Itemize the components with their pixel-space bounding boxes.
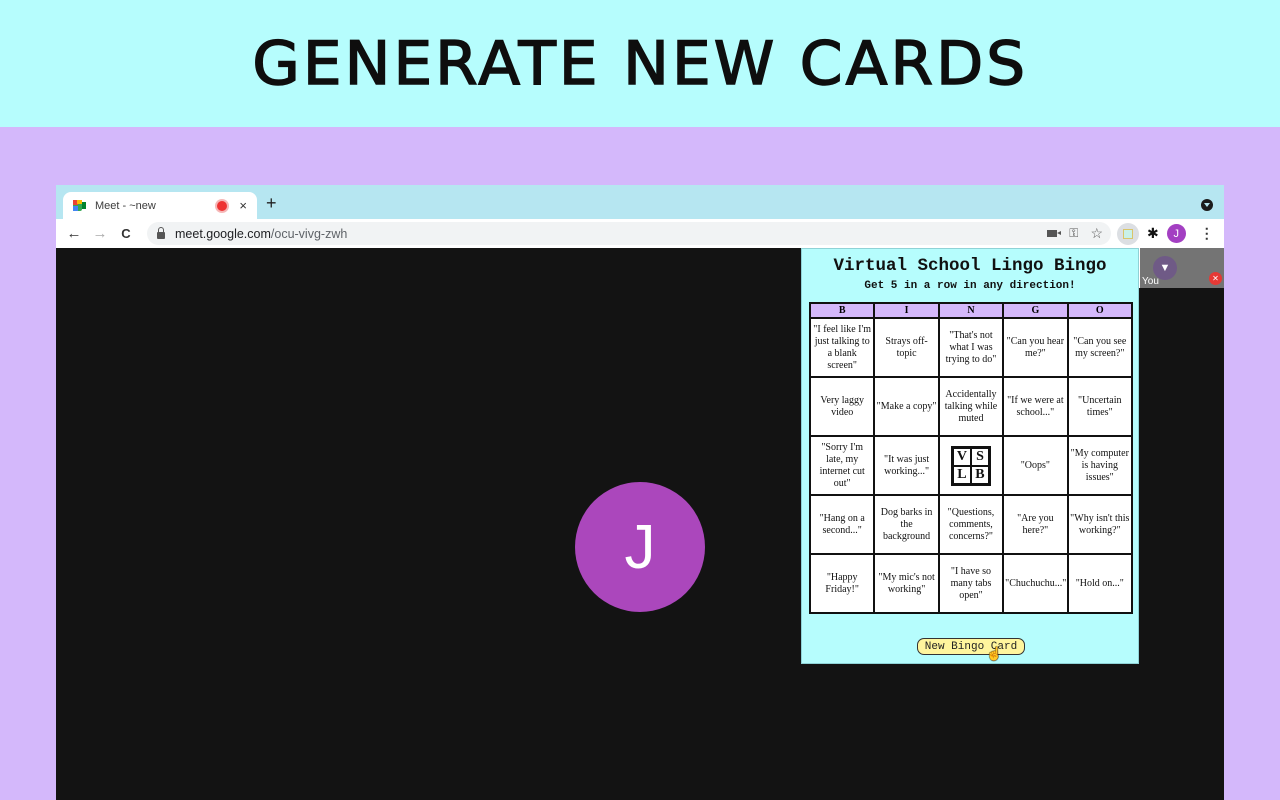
camera-icon[interactable]: [1047, 230, 1062, 237]
bingo-cell[interactable]: Dog barks in the background: [873, 494, 940, 555]
forward-button[interactable]: →: [87, 225, 113, 242]
tab-search-icon[interactable]: [1201, 199, 1213, 211]
bingo-cell[interactable]: "Questions, comments, concerns?": [937, 494, 1005, 555]
lock-icon: [157, 226, 165, 239]
bingo-cell[interactable]: "I have so many tabs open": [937, 553, 1005, 614]
bingo-cell[interactable]: Accidentally talking while muted: [937, 376, 1005, 437]
url-path: /ocu-vivg-zwh: [270, 226, 348, 241]
free-letter: B: [970, 465, 989, 484]
key-icon[interactable]: ⚿: [1069, 226, 1078, 241]
bingo-card: B I N G O "I feel like I'm just talking …: [808, 302, 1134, 614]
bingo-cell[interactable]: "Sorry I'm late, my internet cut out": [808, 435, 876, 496]
bookmark-star-icon[interactable]: ☆: [1090, 225, 1103, 242]
banner-title: GENERATE NEW CARDS: [251, 28, 1028, 100]
bingo-title: Virtual School Lingo Bingo: [833, 256, 1107, 276]
mic-off-icon: ✕: [1209, 272, 1222, 285]
browser-toolbar: ← → C meet.google.com /ocu-vivg-zwh ⚿ ☆ …: [56, 219, 1224, 248]
free-letter: L: [952, 465, 971, 484]
back-button[interactable]: ←: [61, 225, 87, 242]
vslb-logo-icon: V S L B: [950, 445, 991, 486]
self-view-tile[interactable]: ▼ You ✕: [1125, 248, 1224, 288]
bingo-cell[interactable]: "Hold on...": [1066, 553, 1134, 614]
address-bar[interactable]: meet.google.com /ocu-vivg-zwh ⚿ ☆: [147, 222, 1111, 245]
bingo-subtitle: Get 5 in a row in any direction!: [864, 280, 1076, 292]
profile-avatar[interactable]: J: [1166, 224, 1186, 243]
free-letter: V: [952, 447, 971, 466]
participant-avatar: J: [575, 482, 705, 612]
reload-button[interactable]: C: [113, 226, 139, 241]
meet-stage: J ▼ You ✕ Virtual School Lingo Bingo Get…: [56, 248, 1224, 800]
url-host: meet.google.com: [175, 226, 271, 241]
tab-title: Meet - ~new: [95, 199, 156, 212]
bingo-extension-icon[interactable]: [1117, 222, 1139, 245]
bingo-cell[interactable]: "Chuchuchu...": [1002, 553, 1069, 614]
bingo-cell[interactable]: "I feel like I'm just talking to a blank…: [808, 317, 876, 378]
bingo-cell[interactable]: "Can you see my screen?": [1066, 317, 1134, 378]
bingo-cell[interactable]: "My computer is having issues": [1066, 435, 1134, 496]
browser-menu-icon[interactable]: ⋮: [1200, 225, 1214, 242]
column-header: N: [937, 302, 1005, 319]
bingo-cell[interactable]: "It was just working...": [873, 435, 940, 496]
new-tab-button[interactable]: +: [266, 194, 277, 212]
recording-icon: [217, 200, 228, 211]
bingo-cell[interactable]: "Happy Friday!": [808, 553, 876, 614]
bingo-cell[interactable]: "Hang on a second...": [808, 494, 876, 555]
bingo-cell[interactable]: "That's not what I was trying to do": [937, 317, 1005, 378]
google-meet-icon: [73, 200, 86, 211]
bingo-cell[interactable]: Very laggy video: [808, 376, 876, 437]
column-header: G: [1002, 302, 1069, 319]
bingo-cell[interactable]: "Can you hear me?": [1002, 317, 1069, 378]
new-bingo-card-button[interactable]: New Bingo Card: [917, 638, 1025, 655]
bingo-cell[interactable]: "Why isn't this working?": [1066, 494, 1134, 555]
free-space-cell[interactable]: V S L B: [937, 435, 1005, 496]
bingo-popup: Virtual School Lingo Bingo Get 5 in a ro…: [801, 248, 1139, 664]
free-letter: S: [970, 447, 989, 466]
bingo-cell[interactable]: "My mic's not working": [873, 553, 940, 614]
hand-cursor-icon: ☝: [986, 646, 1003, 661]
browser-window: Meet - ~new × + ← → C meet.google.com /o…: [56, 185, 1224, 800]
bingo-cell[interactable]: "Make a copy": [873, 376, 940, 437]
extensions-puzzle-icon[interactable]: ✱: [1147, 225, 1159, 242]
column-header: B: [808, 302, 876, 319]
column-header: I: [873, 302, 940, 319]
bingo-cell[interactable]: "Are you here?": [1002, 494, 1069, 555]
column-header: O: [1066, 302, 1134, 319]
bingo-cell[interactable]: Strays off-topic: [873, 317, 940, 378]
bingo-cell[interactable]: "Uncertain times": [1066, 376, 1134, 437]
bingo-cell[interactable]: "If we were at school...": [1002, 376, 1069, 437]
tab-strip: Meet - ~new × +: [56, 185, 1224, 219]
bingo-cell[interactable]: "Oops": [1002, 435, 1069, 496]
tab-meet[interactable]: Meet - ~new ×: [63, 192, 257, 219]
close-icon[interactable]: ×: [239, 198, 247, 213]
self-label: You: [1142, 276, 1159, 287]
banner: GENERATE NEW CARDS: [0, 0, 1280, 127]
